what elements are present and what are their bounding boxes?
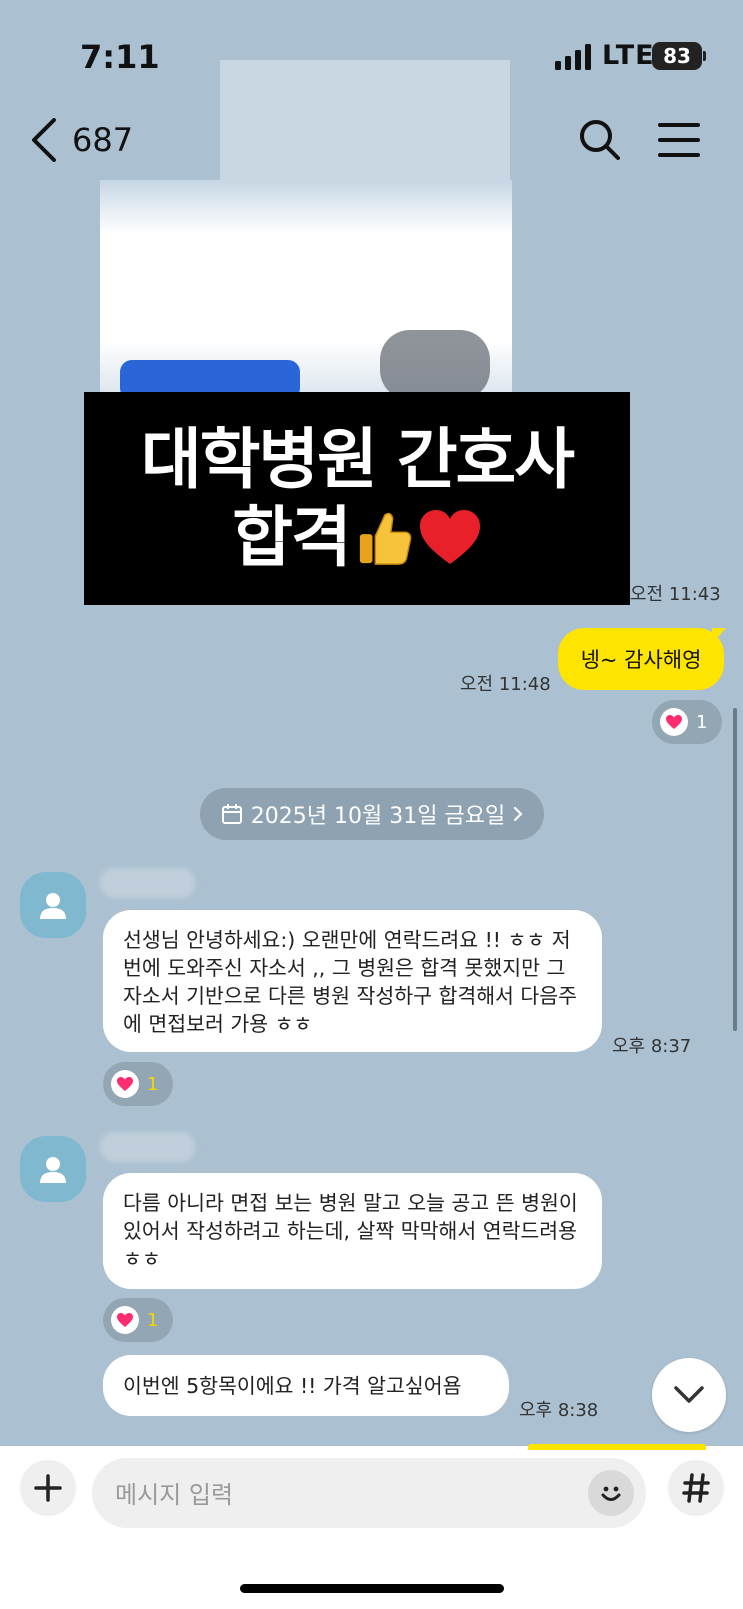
reaction-badge[interactable]: 1 — [652, 700, 722, 744]
image-blue-object — [120, 360, 300, 394]
chat-title: 687 — [72, 121, 134, 159]
plus-icon — [34, 1474, 62, 1502]
chevron-right-icon — [514, 806, 523, 822]
image-blur-region — [220, 60, 510, 190]
network-label: LTE — [602, 40, 655, 71]
thumbs-up-icon — [359, 512, 412, 565]
scrollbar[interactable] — [733, 708, 737, 1031]
person-icon — [40, 893, 66, 919]
calendar-icon — [221, 804, 242, 824]
message-time: 오전 11:43 — [630, 584, 721, 605]
emoji-button[interactable] — [588, 1470, 634, 1516]
message-input-placeholder: 메시지 입력 — [115, 1481, 234, 1509]
status-time: 7:11 — [80, 38, 160, 76]
caption-line-2: 합격 — [232, 499, 481, 577]
battery-tip — [703, 51, 706, 61]
hashtag-button[interactable] — [668, 1460, 724, 1516]
partial-message-peek — [528, 1444, 706, 1450]
reaction-badge[interactable]: 1 — [103, 1062, 173, 1106]
home-indicator[interactable] — [240, 1584, 504, 1593]
date-text: 2025년 10월 31일 금요일 — [250, 804, 506, 829]
heart-reaction-icon — [111, 1070, 139, 1098]
sender-name-blurred — [100, 868, 195, 898]
message-bubble[interactable]: 이번엔 5항목이에요 !! 가격 알고싶어욤 — [103, 1355, 509, 1416]
battery-icon: 83 — [652, 42, 702, 70]
caption-overlay: 대학병원 간호사 합격 — [84, 392, 630, 605]
red-heart-icon — [419, 509, 480, 564]
scroll-to-bottom-button[interactable] — [652, 1358, 726, 1432]
message-time: 오후 8:38 — [519, 1400, 599, 1421]
avatar[interactable] — [20, 872, 86, 938]
heart-reaction-icon — [111, 1306, 139, 1334]
hashtag-icon — [682, 1473, 710, 1503]
caption-line-1: 대학병원 간호사 — [140, 420, 575, 498]
avatar[interactable] — [20, 1136, 86, 1202]
plus-button[interactable] — [20, 1460, 76, 1516]
smiley-icon — [601, 1486, 621, 1501]
message-bubble[interactable]: 선생님 안녕하세요:) 오랜만에 연락드려요 !! ㅎㅎ 저번에 도와주신 자소… — [103, 910, 602, 1052]
my-message-bubble[interactable]: 넹~ 감사해영 — [558, 628, 724, 690]
sender-name-blurred — [100, 1132, 195, 1162]
reaction-count: 1 — [147, 1309, 159, 1331]
cellular-signal-icon — [555, 44, 591, 70]
reaction-count: 1 — [147, 1073, 159, 1095]
person-icon — [40, 1157, 66, 1183]
hamburger-menu-icon[interactable] — [658, 122, 700, 158]
search-icon[interactable] — [578, 118, 622, 162]
date-divider[interactable]: 2025년 10월 31일 금요일 — [200, 788, 544, 840]
reaction-count: 1 — [696, 711, 708, 733]
message-bubble[interactable]: 다름 아니라 면접 보는 병원 말고 오늘 공고 뜬 병원이 있어서 작성하려고… — [103, 1173, 602, 1289]
message-time: 오후 8:37 — [612, 1036, 692, 1057]
caption-line-2-text: 합격 — [232, 498, 351, 576]
heart-reaction-icon — [660, 708, 688, 736]
chevron-down-icon — [674, 1386, 704, 1403]
reaction-badge[interactable]: 1 — [103, 1298, 173, 1342]
shared-image[interactable] — [100, 180, 512, 394]
image-figure-object — [380, 330, 490, 394]
message-time: 오전 11:48 — [460, 674, 551, 695]
chevron-left-icon[interactable] — [30, 118, 60, 162]
